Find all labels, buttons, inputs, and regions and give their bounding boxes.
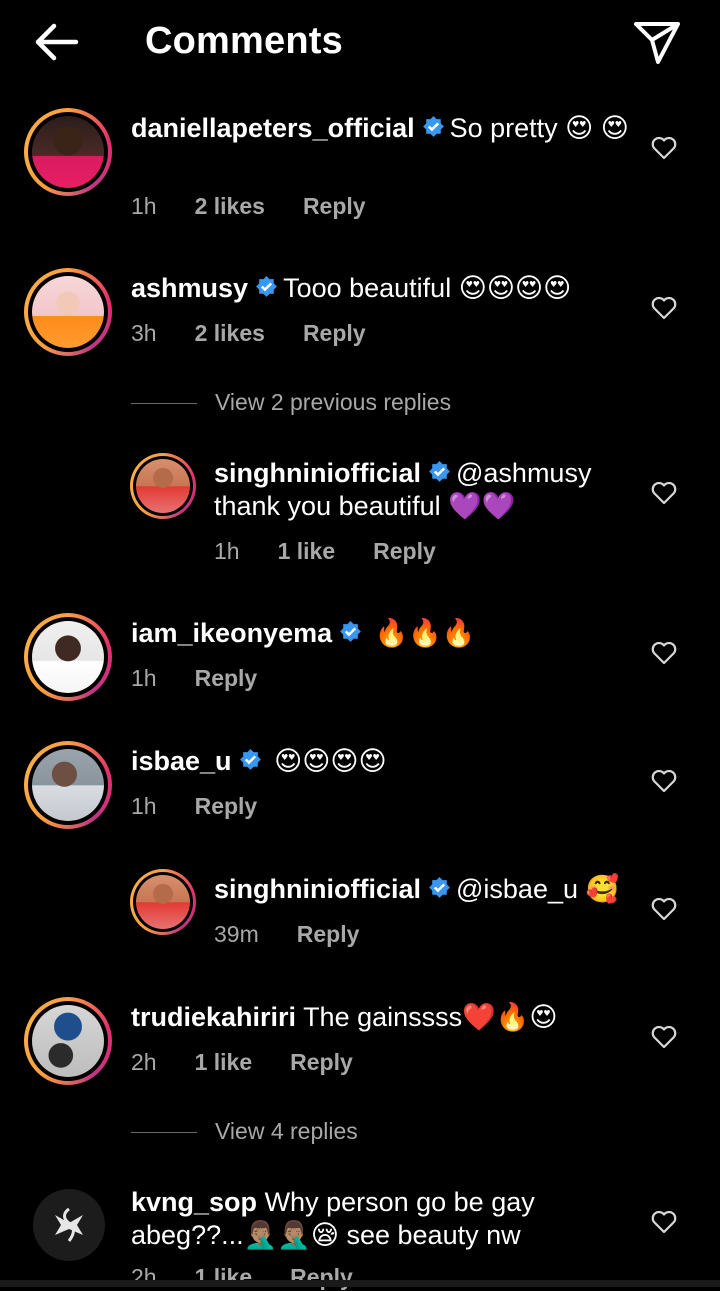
- divider: [131, 403, 197, 405]
- timestamp: 1h: [131, 793, 157, 819]
- view-replies-button[interactable]: View 2 previous replies: [131, 389, 451, 416]
- avatar[interactable]: [33, 1189, 105, 1261]
- timestamp: 1h: [214, 538, 240, 564]
- timestamp: 1h: [131, 665, 157, 691]
- paper-plane-icon[interactable]: [632, 20, 682, 66]
- comment-body: The gainssss❤️🔥😍: [303, 1002, 558, 1032]
- verified-badge-icon: [239, 749, 261, 770]
- reply-button[interactable]: Reply: [195, 793, 258, 819]
- comment-body: 😍😍😍😍: [266, 746, 387, 776]
- comment-meta: 2h 1 like Reply: [131, 1049, 391, 1076]
- arrow-left-icon[interactable]: [30, 20, 82, 64]
- heart-icon[interactable]: [651, 641, 677, 665]
- heart-icon[interactable]: [651, 897, 677, 921]
- username[interactable]: ashmusy: [131, 273, 248, 303]
- comment-body: @isbae_u 🥰: [456, 874, 620, 904]
- heart-icon[interactable]: [651, 1210, 677, 1234]
- likes-count[interactable]: 1 like: [278, 538, 336, 564]
- reply-button[interactable]: Reply: [195, 665, 258, 691]
- username[interactable]: daniellapeters_official: [131, 113, 415, 143]
- timestamp: 1h: [131, 193, 157, 219]
- comment-text: singhniniofficial @ashmusy thank you beau…: [214, 457, 634, 523]
- comment-meta: 1h Reply: [131, 793, 295, 820]
- comment-text: trudiekahiriri The gainssss❤️🔥😍: [131, 1001, 631, 1034]
- username[interactable]: isbae_u: [131, 746, 232, 776]
- heart-icon[interactable]: [651, 769, 677, 793]
- comment-meta: 1h 2 likes Reply: [131, 193, 404, 220]
- comment-text: kvng_sop Why person go be gay abeg??...🤦…: [131, 1186, 631, 1252]
- logo-icon: [55, 1207, 83, 1242]
- heart-icon[interactable]: [651, 481, 677, 505]
- avatar[interactable]: [24, 108, 112, 196]
- avatar[interactable]: [24, 997, 112, 1085]
- avatar[interactable]: [130, 869, 196, 935]
- verified-badge-icon: [422, 116, 444, 137]
- comment-meta: 3h 2 likes Reply: [131, 320, 404, 347]
- comment-body: 🔥🔥🔥: [367, 618, 476, 648]
- heart-icon[interactable]: [651, 1025, 677, 1049]
- avatar[interactable]: [24, 613, 112, 701]
- username[interactable]: singhniniofficial: [214, 874, 421, 904]
- view-replies-button[interactable]: View 4 replies: [131, 1118, 358, 1145]
- timestamp: 3h: [131, 320, 157, 346]
- timestamp: 39m: [214, 921, 259, 947]
- bottom-edge: [0, 1280, 720, 1287]
- comment-text: iam_ikeonyema 🔥🔥🔥: [131, 617, 631, 650]
- likes-count[interactable]: 2 likes: [195, 193, 265, 219]
- reply-button[interactable]: Reply: [297, 921, 360, 947]
- reply-button[interactable]: Reply: [373, 538, 436, 564]
- comment-body: So pretty 😍 😍: [449, 113, 629, 143]
- top-bar: Comments: [0, 0, 720, 88]
- comment-text: singhniniofficial @isbae_u 🥰: [214, 873, 634, 906]
- username[interactable]: kvng_sop: [131, 1187, 257, 1217]
- likes-count[interactable]: 1 like: [195, 1049, 253, 1075]
- timestamp: 2h: [131, 1049, 157, 1075]
- divider: [131, 1132, 197, 1134]
- heart-icon[interactable]: [651, 296, 677, 320]
- avatar[interactable]: [130, 453, 196, 519]
- username[interactable]: singhniniofficial: [214, 458, 421, 488]
- reply-button[interactable]: Reply: [303, 320, 366, 346]
- view-replies-label[interactable]: View 2 previous replies: [215, 389, 451, 415]
- verified-badge-icon: [429, 461, 450, 482]
- comment-meta: 1h Reply: [131, 665, 295, 692]
- reply-button[interactable]: Reply: [290, 1049, 353, 1075]
- username[interactable]: trudiekahiriri: [131, 1002, 296, 1032]
- verified-badge-icon: [340, 621, 362, 642]
- username[interactable]: iam_ikeonyema: [131, 618, 332, 648]
- comment-meta: 1h 1 like Reply: [214, 538, 474, 565]
- likes-count[interactable]: 2 likes: [195, 320, 265, 346]
- page-title: Comments: [145, 20, 343, 62]
- verified-badge-icon: [256, 276, 277, 297]
- verified-badge-icon: [429, 877, 450, 898]
- comment-meta: 39m Reply: [214, 921, 397, 948]
- heart-icon[interactable]: [651, 136, 677, 160]
- avatar[interactable]: [24, 268, 112, 356]
- view-replies-label[interactable]: View 4 replies: [215, 1118, 358, 1144]
- comment-text: daniellapeters_official So pretty 😍 😍: [131, 112, 631, 145]
- comment-body: Tooo beautiful 😍😍😍😍: [283, 273, 572, 303]
- comment-text: isbae_u 😍😍😍😍: [131, 745, 631, 778]
- comment-text: ashmusy Tooo beautiful 😍😍😍😍: [131, 272, 631, 305]
- reply-button[interactable]: Reply: [303, 193, 366, 219]
- avatar[interactable]: [24, 741, 112, 829]
